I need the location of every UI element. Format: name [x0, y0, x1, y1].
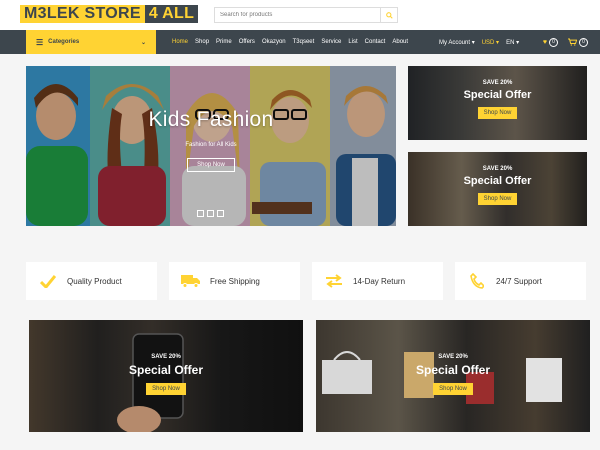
offer-title: Special Offer — [463, 89, 532, 101]
categories-dropdown[interactable]: ☰ Categories ⌄ — [26, 30, 156, 54]
account-label: My Account — [439, 39, 471, 46]
carousel-indicator[interactable] — [217, 210, 224, 217]
hero-shop-now-button[interactable]: Shop Now — [187, 158, 235, 172]
offer-title: Special Offer — [415, 363, 491, 377]
currency-dropdown[interactable]: USD ▾ — [482, 39, 499, 46]
offer-shop-now-button[interactable]: Shop Now — [477, 193, 518, 205]
offer-shop-now-button[interactable]: Shop Now — [477, 107, 518, 119]
offer-discount: SAVE 20% — [482, 80, 513, 86]
search-button[interactable] — [380, 7, 398, 23]
check-icon — [38, 271, 58, 291]
feature-label: Free Shipping — [210, 276, 260, 286]
hero-carousel[interactable]: Kids Fashion Fashion for All Kids Shop N… — [26, 66, 396, 226]
chevron-down-icon: ▾ — [496, 39, 500, 46]
truck-icon — [181, 271, 201, 291]
exchange-icon — [324, 271, 344, 291]
offer-discount: SAVE 20% — [151, 354, 181, 360]
offer-content: SAVE 20% Special Offer Shop Now — [408, 80, 587, 119]
hero-subtitle: Fashion for All Kids — [185, 142, 237, 148]
feature-shipping: Free Shipping — [169, 262, 300, 300]
categories-label: Categories — [48, 39, 80, 45]
offer-title: Special Offer — [128, 363, 204, 377]
language-dropdown[interactable]: EN ▾ — [506, 39, 519, 46]
header-icons: ♥ 0 0 — [543, 30, 588, 54]
chevron-down-icon: ▾ — [471, 39, 475, 46]
hero-title: Kids Fashion — [148, 108, 274, 131]
nav-link-okazyon[interactable]: Okazyon — [262, 39, 286, 45]
search-bar — [214, 7, 398, 23]
cart-count: 0 — [579, 37, 588, 47]
language-label: EN — [506, 39, 515, 46]
chevron-down-icon: ⌄ — [140, 39, 146, 46]
nav-link-prime[interactable]: Prime — [216, 39, 232, 45]
carousel-indicators — [197, 210, 224, 217]
nav-link-shop[interactable]: Shop — [195, 39, 209, 45]
store-logo[interactable]: M3LEK STORE 4 ALL — [20, 5, 199, 23]
nav-links: Home Shop Prime Offers Okazyon T3qseet S… — [172, 30, 415, 54]
offer-card[interactable]: SAVE 20% Special Offer Shop Now — [316, 320, 590, 432]
feature-quality: Quality Product — [26, 262, 157, 300]
phone-icon — [467, 271, 487, 291]
feature-label: 14-Day Return — [353, 276, 406, 286]
nav-link-service[interactable]: Service — [321, 39, 341, 45]
menu-icon: ☰ — [36, 37, 44, 47]
offer-content: SAVE 20% Special Offer Shop Now — [408, 166, 587, 205]
offer-content: SAVE 20% Special Offer Shop Now — [316, 354, 590, 395]
carousel-indicator[interactable] — [197, 210, 204, 217]
nav-link-offers[interactable]: Offers — [239, 39, 255, 45]
top-header: M3LEK STORE 4 ALL — [0, 0, 600, 30]
feature-label: Quality Product — [67, 276, 122, 286]
nav-link-home[interactable]: Home — [172, 39, 188, 45]
search-input[interactable] — [214, 7, 380, 23]
currency-label: USD — [481, 39, 495, 46]
offer-card[interactable]: SAVE 20% Special Offer Shop Now — [29, 320, 303, 432]
feature-support: 24/7 Support — [455, 262, 586, 300]
main-navbar: ☰ Categories ⌄ Home Shop Prime Offers Ok… — [0, 30, 600, 54]
feature-return: 14-Day Return — [312, 262, 443, 300]
account-dropdown[interactable]: My Account ▾ — [439, 39, 475, 46]
offer-discount: SAVE 20% — [438, 354, 468, 360]
offer-discount: SAVE 20% — [482, 166, 513, 172]
nav-link-about[interactable]: About — [392, 39, 408, 45]
feature-label: 24/7 Support — [496, 276, 542, 286]
wishlist-count: 0 — [549, 37, 558, 47]
offer-card[interactable]: SAVE 20% Special Offer Shop Now — [408, 66, 587, 140]
nav-link-contact[interactable]: Contact — [365, 39, 386, 45]
cart-button[interactable]: 0 — [568, 37, 588, 47]
logo-text-secondary: 4 ALL — [144, 5, 199, 23]
offer-title: Special Offer — [463, 175, 532, 187]
nav-right-menu: My Account ▾ USD ▾ EN ▾ — [439, 30, 526, 54]
offer-content: SAVE 20% Special Offer Shop Now — [29, 354, 303, 395]
nav-link-list[interactable]: List — [348, 39, 357, 45]
cart-icon — [568, 38, 577, 46]
search-icon — [385, 11, 393, 19]
wishlist-button[interactable]: ♥ 0 — [542, 37, 558, 47]
carousel-indicator[interactable] — [207, 210, 214, 217]
offer-card[interactable]: SAVE 20% Special Offer Shop Now — [408, 152, 587, 226]
nav-link-t3qseet[interactable]: T3qseet — [293, 39, 315, 45]
chevron-down-icon: ▾ — [516, 39, 520, 46]
logo-text-primary: M3LEK STORE — [20, 5, 145, 23]
offer-shop-now-button[interactable]: Shop Now — [146, 383, 186, 395]
heart-icon: ♥ — [542, 38, 547, 46]
hero-content: Kids Fashion Fashion for All Kids Shop N… — [26, 108, 396, 172]
offer-shop-now-button[interactable]: Shop Now — [433, 383, 473, 395]
